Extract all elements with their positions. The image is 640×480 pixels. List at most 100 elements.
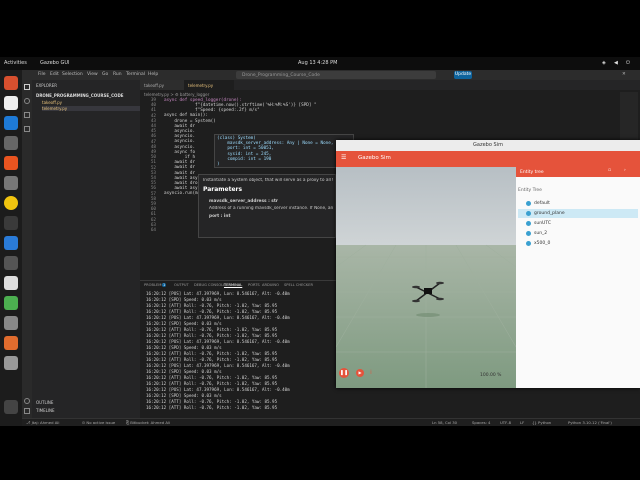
tooltip-desc1: Address of a running mavsdk_server insta… bbox=[209, 206, 333, 211]
real-time-factor: 100.00 % bbox=[480, 373, 502, 378]
status-language[interactable]: {} Python bbox=[532, 420, 551, 425]
entity-sun-2[interactable]: sun_2 bbox=[518, 229, 638, 238]
entity-ground-plane[interactable]: ground_plane bbox=[518, 209, 638, 218]
source-control-icon[interactable] bbox=[24, 112, 30, 118]
files-icon[interactable] bbox=[4, 76, 18, 90]
activities-button[interactable]: Activities bbox=[4, 60, 27, 66]
step-button[interactable]: ▶ bbox=[356, 369, 364, 377]
calendar-icon[interactable] bbox=[4, 96, 18, 110]
explorer-panel: EXPLORER DRONE_PROGRAMMING_COURSE_CODE t… bbox=[32, 80, 140, 418]
tab-takeoff[interactable]: takeoff.py bbox=[140, 80, 184, 90]
tab-output[interactable]: OUTPUT bbox=[174, 283, 189, 287]
explorer-icon[interactable] bbox=[24, 84, 30, 90]
show-apps-icon[interactable] bbox=[4, 400, 18, 414]
notes-icon[interactable] bbox=[4, 316, 18, 330]
status-cursor[interactable]: Ln 58, Col 30 bbox=[432, 420, 457, 425]
gazebo-icon[interactable] bbox=[4, 336, 18, 350]
menu-edit[interactable]: Edit bbox=[50, 72, 59, 77]
tab-problems[interactable]: PROBLEMS bbox=[144, 283, 164, 287]
entity-default[interactable]: default bbox=[518, 200, 638, 209]
tooltip-param2: port : int bbox=[209, 214, 231, 219]
hamburger-menu-icon[interactable]: ☰ bbox=[341, 154, 346, 161]
gazebo-app-bar: ☰ Gazebo Sim bbox=[336, 151, 640, 167]
vscode-titlebar: File Edit Selection View Go Run Terminal… bbox=[22, 70, 640, 80]
command-search-input[interactable]: Drone_Programming_Course_Code bbox=[236, 71, 436, 79]
signature-hover: (class) System( mavsdk_server_address: A… bbox=[214, 134, 354, 168]
status-spaces[interactable]: Spaces: 4 bbox=[472, 420, 490, 425]
right-panel: Entity tree ▫ › Entity Tree default grou… bbox=[516, 167, 640, 388]
close-icon[interactable]: ✕ bbox=[622, 72, 626, 77]
docstring-tooltip: Instantiate a System object, that will s… bbox=[198, 174, 336, 238]
text-editor-icon[interactable] bbox=[4, 276, 18, 290]
active-app-label: Gazebo GUI bbox=[40, 60, 70, 66]
model-icon bbox=[526, 211, 531, 216]
file-item-active[interactable]: telemetry.py bbox=[42, 106, 140, 111]
volume-icon[interactable]: ◀ bbox=[614, 60, 618, 66]
power-icon[interactable]: ⏻ bbox=[626, 60, 630, 66]
account-icon[interactable] bbox=[24, 398, 30, 404]
search-icon[interactable] bbox=[24, 98, 30, 104]
code-editor-icon[interactable] bbox=[4, 216, 18, 230]
panel-close-icon[interactable]: › bbox=[624, 168, 626, 173]
system-top-bar: Activities Gazebo GUI Aug 13 4:28 PM ◈ ◀… bbox=[0, 57, 640, 70]
vscode-icon[interactable] bbox=[4, 236, 18, 250]
menu-help[interactable]: Help bbox=[148, 72, 158, 77]
menu-run[interactable]: Run bbox=[113, 72, 122, 77]
manage-gear-icon[interactable] bbox=[24, 408, 30, 414]
status-interpreter[interactable]: Python 3.10.12 ('Final') bbox=[568, 420, 612, 425]
help-icon[interactable] bbox=[4, 176, 18, 190]
clock[interactable]: Aug 13 4:28 PM bbox=[298, 60, 337, 66]
tab-terminal[interactable]: TERMINAL bbox=[224, 283, 242, 287]
terminal-output[interactable]: 16:20:12 [POS] Lat: 47.397969, Lon: 8.54… bbox=[146, 291, 290, 411]
outline-section[interactable]: OUTLINE bbox=[36, 400, 53, 405]
menu-go[interactable]: Go bbox=[102, 72, 108, 77]
tab-spell-checker[interactable]: SPELL CHECKER bbox=[284, 283, 313, 287]
tab-telemetry[interactable]: telemetry.py bbox=[184, 80, 234, 90]
3d-scene-view[interactable]: ❚❚ ▶ ⁞ 100.00 % bbox=[336, 167, 516, 388]
entity-tree-label: Entity Tree bbox=[518, 188, 542, 193]
gazebo-titlebar[interactable]: Gazebo Sim bbox=[336, 140, 640, 151]
spotify-icon[interactable] bbox=[4, 296, 18, 310]
menu-view[interactable]: View bbox=[87, 72, 98, 77]
network-icon[interactable]: ◈ bbox=[602, 60, 606, 66]
status-bar: ⎇ Jtaj: Ahmed Ali ⊙ No active issue ⎘ Bi… bbox=[22, 418, 640, 426]
extensions-icon[interactable] bbox=[24, 126, 30, 132]
tab-ports[interactable]: PORTS bbox=[248, 283, 260, 287]
step-count-icon[interactable]: ⁞ bbox=[370, 369, 372, 376]
terminal-line: 16:20:12 [ATT] Roll: -0.76, Pitch: -1.02… bbox=[146, 405, 278, 410]
update-button[interactable]: Update bbox=[454, 71, 472, 79]
editor-tabs: takeoff.py telemetry.py bbox=[140, 80, 640, 90]
tab-arduino[interactable]: ARDUINO bbox=[262, 283, 279, 287]
gazebo-app-title: Gazebo Sim bbox=[358, 155, 391, 161]
model-icon bbox=[526, 241, 531, 246]
tooltip-param1: mavsdk_server_address : str bbox=[209, 199, 279, 204]
menu-terminal[interactable]: Terminal bbox=[126, 72, 145, 77]
terminal-icon[interactable] bbox=[4, 136, 18, 150]
tooltip-heading: Parameters bbox=[203, 186, 243, 193]
status-issue[interactable]: ⊙ No active issue bbox=[82, 420, 115, 425]
software-icon[interactable] bbox=[4, 156, 18, 170]
status-eol[interactable]: LF bbox=[520, 420, 524, 425]
line-number: 64 bbox=[150, 228, 156, 234]
panel-title: Entity tree bbox=[520, 169, 544, 175]
qgroundcontrol-icon[interactable] bbox=[4, 356, 18, 370]
file-item[interactable]: takeoff.py bbox=[42, 100, 62, 105]
writer-icon[interactable] bbox=[4, 116, 18, 130]
panel-settings-icon[interactable]: ▫ bbox=[608, 168, 611, 173]
folder-root[interactable]: DRONE_PROGRAMMING_COURSE_CODE bbox=[36, 93, 124, 98]
pause-button[interactable]: ❚❚ bbox=[339, 368, 349, 378]
status-branch[interactable]: ⎇ Jtaj: Ahmed Ali bbox=[26, 420, 59, 425]
menu-selection[interactable]: Selection bbox=[62, 72, 83, 77]
status-encoding[interactable]: UTF-8 bbox=[500, 420, 511, 425]
tab-debug-console[interactable]: DEBUG CONSOLE bbox=[194, 283, 225, 287]
explorer-title: EXPLORER bbox=[36, 83, 57, 88]
menu-file[interactable]: File bbox=[38, 72, 46, 77]
activity-bar bbox=[22, 80, 32, 418]
entity-sunutc[interactable]: sunUTC bbox=[518, 219, 638, 228]
chrome-icon[interactable] bbox=[4, 196, 18, 210]
timeline-section[interactable]: TIMELINE bbox=[36, 408, 55, 413]
settings-icon[interactable] bbox=[4, 256, 18, 270]
entity-x500[interactable]: x500_0 bbox=[518, 239, 638, 248]
light-icon bbox=[526, 231, 531, 236]
status-bitbucket[interactable]: ⎘ Bitbucket: Ahmed Ali bbox=[126, 420, 170, 425]
